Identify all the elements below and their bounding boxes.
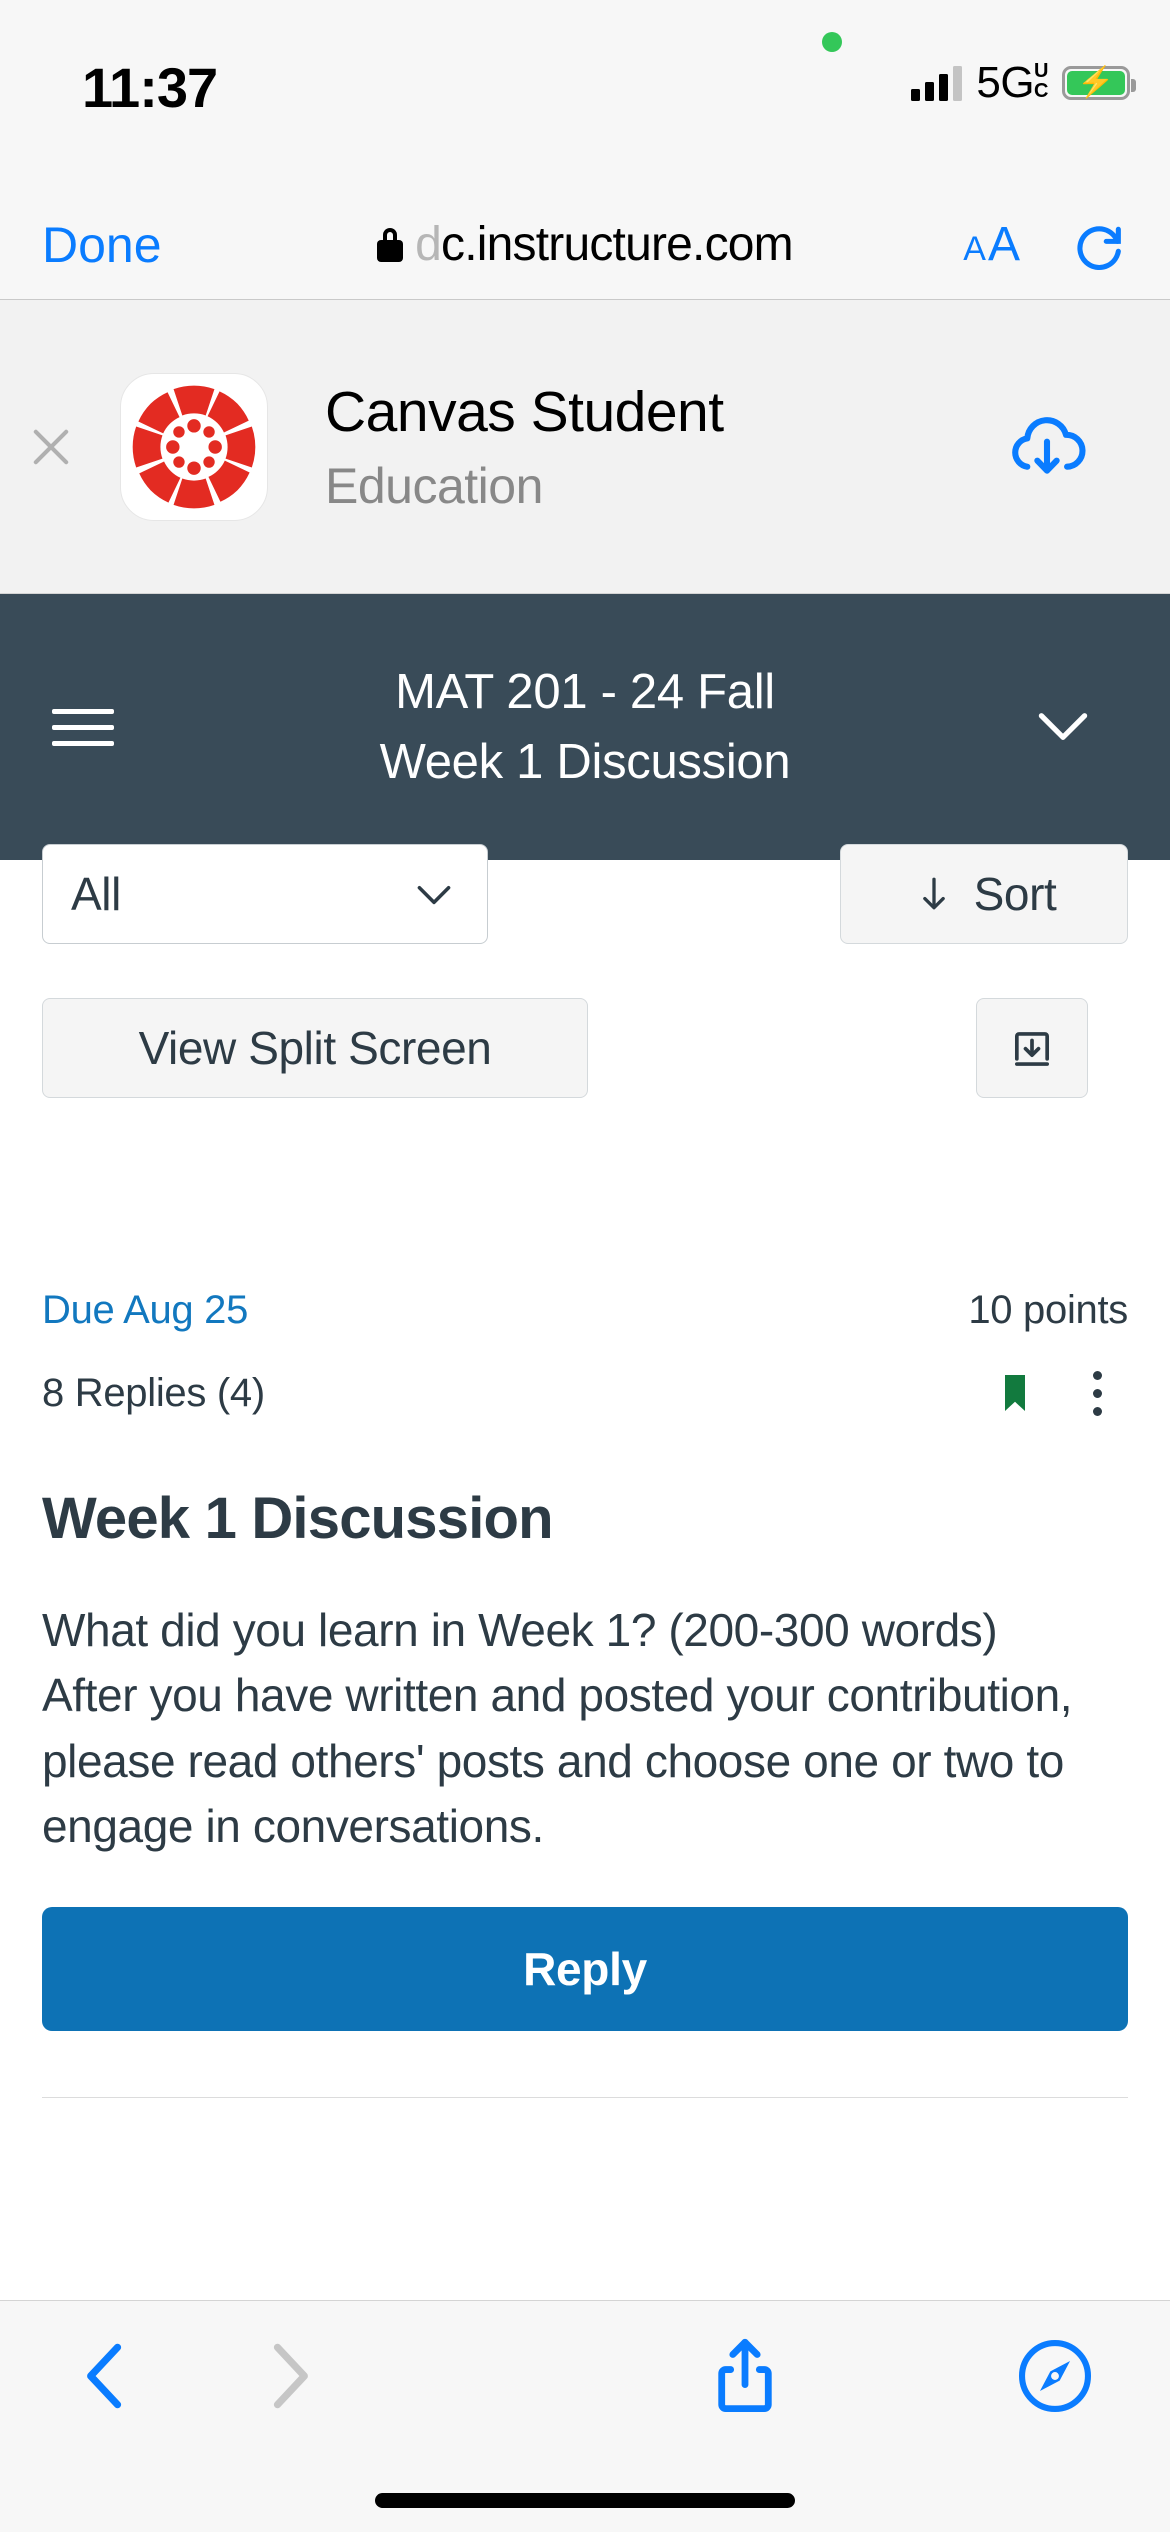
filter-selected-value: All [71,868,121,920]
app-name-label: Canvas Student [325,379,724,444]
canvas-page-header: MAT 201 - 24 Fall Week 1 Discussion [0,594,1170,860]
recording-indicator-dot [822,32,842,52]
text-size-large-a: A [987,218,1020,271]
lock-icon [377,227,404,262]
forward-button[interactable] [225,2311,355,2441]
entry-divider [42,2097,1128,2099]
smart-app-banner[interactable]: Canvas Student Education [0,300,1170,594]
network-type-text: 5G [976,58,1035,107]
expand-threads-icon [1014,1032,1050,1066]
battery-icon: ⚡ [1062,66,1136,100]
back-button[interactable] [40,2311,170,2441]
filter-select[interactable]: All [42,844,488,944]
chevron-right-icon [273,2343,308,2409]
discussion-meta-icons [991,1364,1128,1422]
url-dim-prefix: d [415,218,442,271]
hamburger-menu-icon[interactable] [52,698,114,757]
points-label: 10 points [968,1287,1128,1332]
url-text: dc.instructure.com [415,217,794,272]
course-name-label: MAT 201 - 24 Fall [395,665,775,719]
canvas-student-app-icon [120,372,268,521]
expand-threads-button[interactable] [976,998,1088,1098]
cloud-download-icon[interactable] [1004,404,1090,490]
reply-button[interactable]: Reply [42,1907,1128,2032]
cellular-signal-icon [911,65,963,101]
url-main: c.instructure.com [441,218,794,271]
close-icon[interactable] [25,421,77,473]
network-type-label: 5G U C [976,58,1048,108]
replies-count-label: 8 Replies (4) [42,1370,265,1415]
header-title-block: MAT 201 - 24 Fall Week 1 Discussion [380,664,791,790]
chevron-down-icon [417,885,451,905]
sort-button[interactable]: Sort [840,844,1128,944]
home-indicator [375,2493,795,2508]
discussion-body: What did you learn in Week 1? (200-300 w… [0,1552,1170,1859]
status-bar: 11:37 5G U C ⚡ [0,0,1170,190]
share-button[interactable] [680,2311,810,2441]
safari-compass-button[interactable] [990,2311,1120,2441]
bookmark-icon[interactable] [991,1364,1039,1422]
app-category-label: Education [325,457,543,514]
phone-screen: 11:37 5G U C ⚡ Done dc.instructure.com A… [0,0,1170,2532]
network-sub-bottom: C [1034,80,1048,102]
status-bar-clock: 11:37 [82,56,218,119]
view-split-screen-label: View Split Screen [138,1022,492,1074]
view-split-screen-button[interactable]: View Split Screen [42,998,588,1098]
discussion-meta-row-due: Due Aug 25 10 points [0,1275,1170,1345]
text-size-button[interactable]: A A [963,217,1020,272]
reload-icon[interactable] [1070,216,1128,274]
safari-bottom-toolbar [0,2300,1170,2532]
discussion-toolbar: All Sort View Split Screen [0,844,1170,1118]
share-icon [718,2338,772,2413]
chevron-left-icon [87,2343,122,2409]
network-sub-top: U [1034,60,1048,82]
discussion-title: Week 1 Discussion [42,1486,554,1551]
text-size-small-a: A [963,230,986,268]
discussion-entry: Due Aug 25 10 points 8 Replies (4) Week … [0,1275,1170,2099]
kebab-menu-icon[interactable] [1079,1365,1116,1422]
sort-button-label: Sort [973,868,1057,920]
charging-bolt-icon: ⚡ [1077,66,1115,99]
discussion-body-line-2: After you have written and posted your c… [42,1669,1073,1852]
safari-top-toolbar: Done dc.instructure.com A A [0,190,1170,300]
page-title-label: Week 1 Discussion [379,735,791,789]
safari-compass-icon [1018,2339,1092,2413]
arrow-down-icon [922,877,945,910]
chevron-down-icon[interactable] [1026,688,1100,767]
discussion-meta-row-replies: 8 Replies (4) [0,1345,1170,1441]
discussion-body-line-1: What did you learn in Week 1? (200-300 w… [42,1604,998,1656]
due-date-link[interactable]: Due Aug 25 [42,1288,248,1333]
status-bar-indicators: 5G U C ⚡ [911,58,1136,108]
app-banner-text: Canvas Student Education [325,379,724,515]
